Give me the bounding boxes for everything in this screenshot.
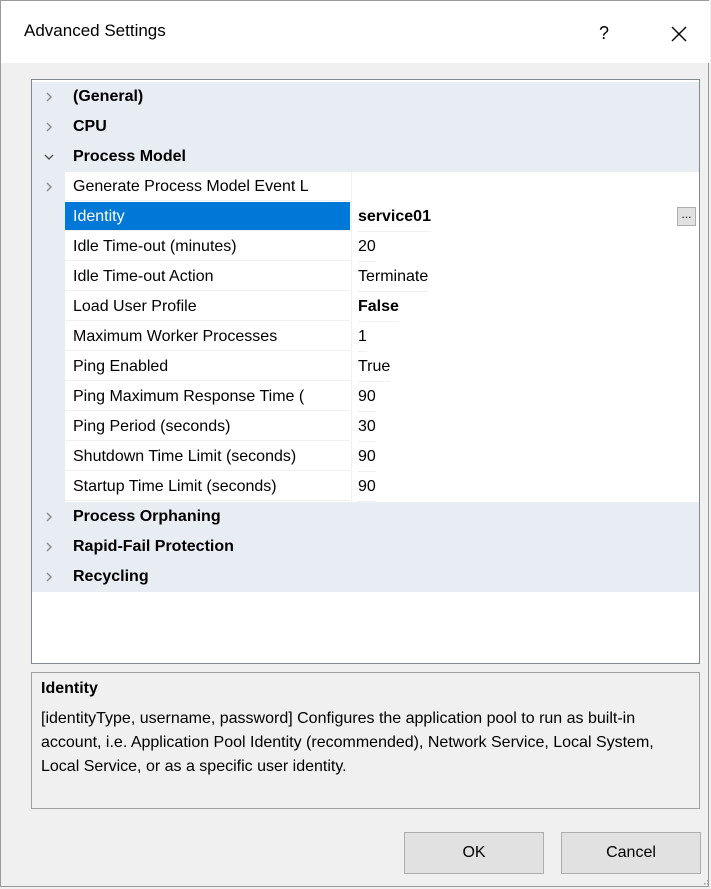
column-divider — [351, 352, 352, 382]
property-row-idle-timeout[interactable]: Idle Time-out (minutes) 20 — [32, 232, 699, 262]
column-divider — [351, 292, 352, 322]
category-rapid-fail-protection[interactable]: Rapid-Fail Protection — [32, 532, 699, 562]
column-divider — [351, 472, 352, 502]
row-gutter — [32, 442, 65, 472]
category-label: Process Orphaning — [73, 508, 221, 525]
property-row-ping-period[interactable]: Ping Period (seconds) 30 — [32, 412, 699, 442]
property-name: Shutdown Time Limit (seconds) — [65, 442, 350, 471]
property-value[interactable]: Terminate — [358, 262, 429, 292]
expand-chevron-icon[interactable] — [32, 172, 65, 202]
category-label: Process Model — [73, 148, 186, 165]
property-row-ping-enabled[interactable]: Ping Enabled True — [32, 352, 699, 382]
row-gutter — [32, 352, 65, 382]
property-row-idle-timeout-action[interactable]: Idle Time-out Action Terminate — [32, 262, 699, 292]
column-divider — [351, 172, 352, 202]
close-button[interactable] — [655, 13, 701, 53]
property-name: Ping Maximum Response Time ( — [65, 382, 350, 411]
column-divider — [351, 202, 352, 232]
row-gutter — [32, 412, 65, 442]
property-row-shutdown-time-limit[interactable]: Shutdown Time Limit (seconds) 90 — [32, 442, 699, 472]
ok-button[interactable]: OK — [404, 832, 544, 874]
property-value[interactable]: 20 — [358, 232, 376, 262]
row-gutter — [32, 202, 65, 232]
property-value[interactable]: 1 — [358, 322, 367, 352]
row-gutter — [32, 262, 65, 292]
row-gutter — [32, 292, 65, 322]
property-value[interactable]: 90 — [358, 442, 376, 472]
window-title: Advanced Settings — [24, 21, 166, 40]
category-process-orphaning[interactable]: Process Orphaning — [32, 502, 699, 532]
row-gutter — [32, 472, 65, 502]
property-name: Idle Time-out Action — [65, 262, 350, 291]
expand-chevron-icon[interactable] — [32, 532, 65, 562]
property-name: Identity — [65, 202, 350, 231]
property-value[interactable]: 90 — [358, 382, 376, 412]
expand-chevron-icon[interactable] — [32, 112, 65, 142]
property-row-startup-time-limit[interactable]: Startup Time Limit (seconds) 90 — [32, 472, 699, 502]
property-row-load-user-profile[interactable]: Load User Profile False — [32, 292, 699, 322]
category-label: (General) — [73, 88, 144, 105]
row-gutter — [32, 232, 65, 262]
property-name: Ping Period (seconds) — [65, 412, 350, 441]
description-text: [identityType, username, password] Confi… — [41, 710, 654, 775]
property-value[interactable]: True — [358, 352, 391, 382]
category-process-model[interactable]: Process Model — [32, 142, 699, 172]
advanced-settings-dialog: Advanced Settings ? (General) CPU Proces… — [0, 0, 710, 887]
column-divider — [351, 262, 352, 292]
property-name: Startup Time Limit (seconds) — [65, 472, 350, 501]
property-row-ping-max-response[interactable]: Ping Maximum Response Time ( 90 — [32, 382, 699, 412]
property-row-generate-event-log[interactable]: Generate Process Model Event L — [32, 172, 699, 202]
category-label: Recycling — [73, 568, 149, 585]
ellipsis-button[interactable]: ... — [677, 207, 696, 226]
description-title: Identity — [41, 680, 98, 697]
collapse-chevron-icon[interactable] — [32, 142, 65, 172]
property-name: Maximum Worker Processes — [65, 322, 350, 351]
column-divider — [351, 382, 352, 412]
property-value[interactable]: 30 — [358, 412, 376, 442]
property-name: Idle Time-out (minutes) — [65, 232, 350, 261]
category-label: CPU — [73, 118, 107, 135]
row-gutter — [32, 382, 65, 412]
close-icon — [671, 26, 687, 42]
title-bar: Advanced Settings ? — [1, 1, 710, 63]
property-value[interactable]: 90 — [358, 472, 376, 502]
expand-chevron-icon[interactable] — [32, 562, 65, 592]
help-button[interactable]: ? — [584, 15, 624, 51]
property-name: Load User Profile — [65, 292, 350, 321]
category-recycling[interactable]: Recycling — [32, 562, 699, 592]
column-divider — [351, 322, 352, 352]
expand-chevron-icon[interactable] — [32, 502, 65, 532]
column-divider — [351, 232, 352, 262]
column-divider — [351, 442, 352, 472]
property-value[interactable]: service01 — [358, 202, 431, 232]
expand-chevron-icon[interactable] — [32, 82, 65, 112]
cancel-button[interactable]: Cancel — [561, 832, 701, 874]
property-row-max-worker-processes[interactable]: Maximum Worker Processes 1 — [32, 322, 699, 352]
property-grid: (General) CPU Process Model Generate Pro… — [31, 79, 700, 664]
resize-grip-icon[interactable] — [701, 877, 709, 885]
column-divider — [351, 412, 352, 442]
description-panel: Identity [identityType, username, passwo… — [31, 672, 700, 809]
category-label: Rapid-Fail Protection — [73, 538, 234, 555]
property-name: Ping Enabled — [65, 352, 350, 381]
property-name: Generate Process Model Event L — [65, 172, 350, 201]
property-row-identity[interactable]: Identity service01 ... — [32, 202, 699, 232]
row-gutter — [32, 322, 65, 352]
category-general[interactable]: (General) — [32, 82, 699, 112]
property-value[interactable]: False — [358, 292, 399, 322]
category-cpu[interactable]: CPU — [32, 112, 699, 142]
